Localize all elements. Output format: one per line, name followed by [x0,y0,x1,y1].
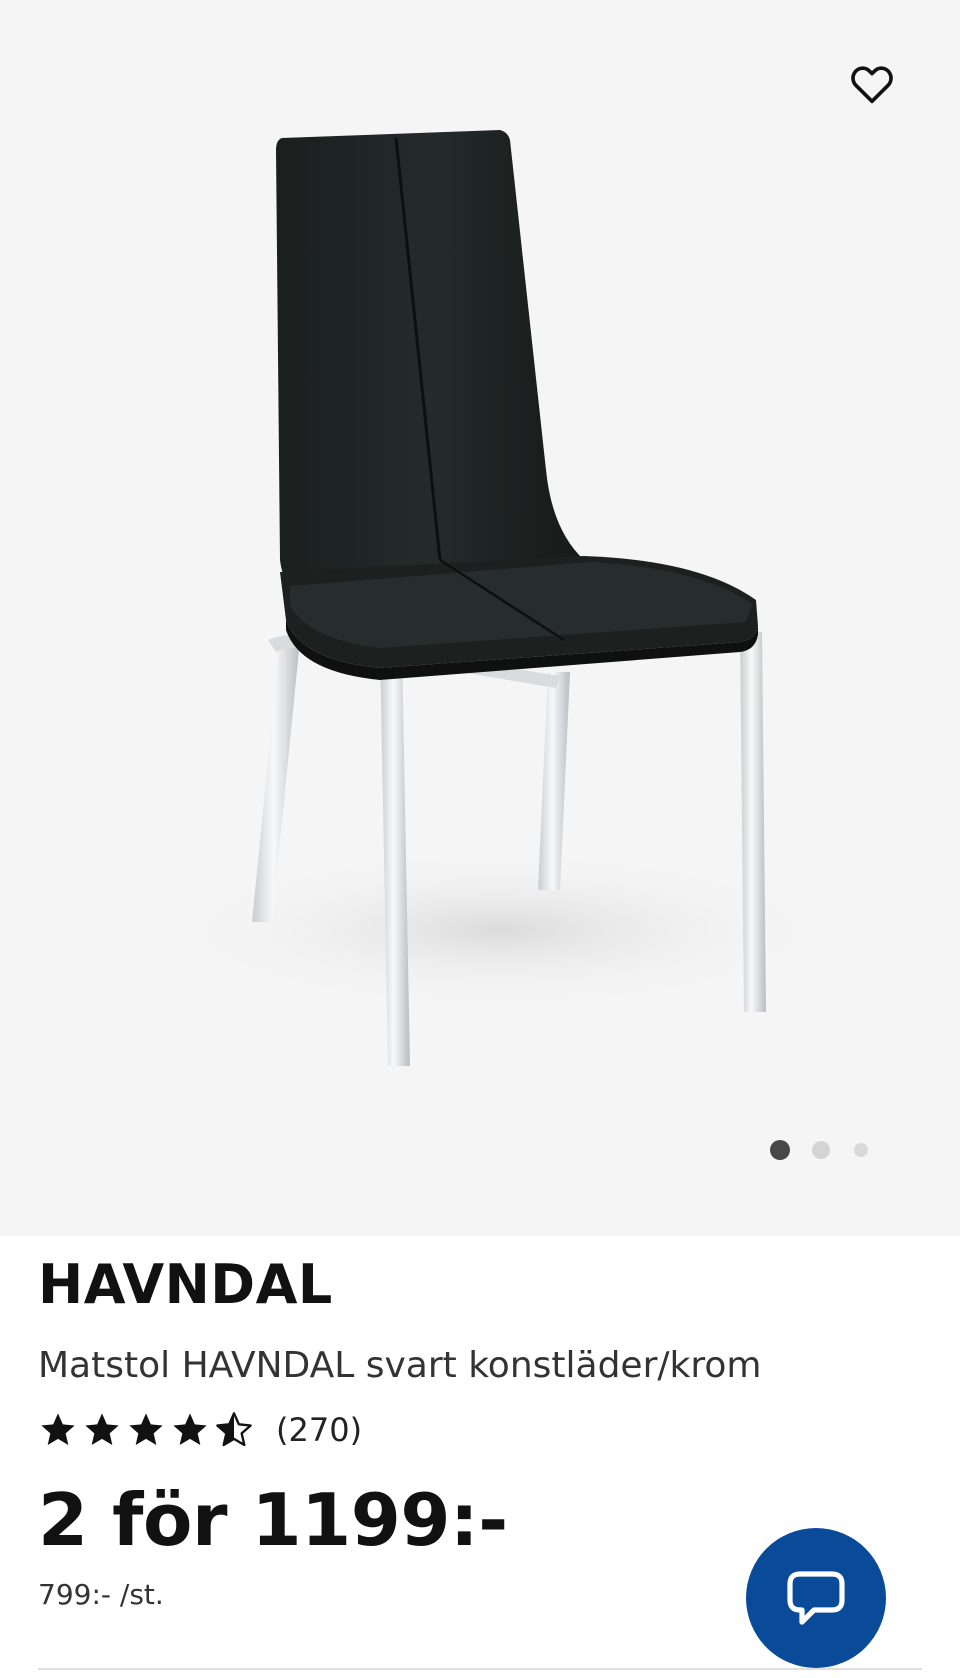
section-divider [38,1668,922,1670]
product-price: 2 för 1199:- [38,1478,508,1562]
product-rating[interactable]: (270) [38,1408,362,1452]
chat-button[interactable] [746,1528,886,1668]
review-count[interactable]: (270) [276,1411,362,1449]
star-full-icon [85,1413,119,1445]
product-image-gallery[interactable] [0,0,960,1236]
favorite-button[interactable] [844,56,900,112]
product-brand-title: HAVNDAL [38,1253,333,1316]
pagination-dot[interactable] [812,1141,830,1159]
product-description: Matstol HAVNDAL svart konstläder/krom [38,1345,762,1386]
star-full-icon [41,1413,75,1445]
star-full-icon [129,1413,163,1445]
pagination-dot-active[interactable] [770,1140,790,1160]
star-full-icon [173,1413,207,1445]
star-half-icon [216,1412,252,1447]
product-image-chair[interactable] [0,0,960,1236]
image-pagination-dots [770,1138,900,1162]
heart-outline-icon [851,66,893,104]
chat-bubble-icon [787,1571,845,1625]
unit-price: 799:- /st. [38,1578,164,1611]
pagination-dot[interactable] [854,1143,868,1157]
rating-stars [38,1410,258,1450]
